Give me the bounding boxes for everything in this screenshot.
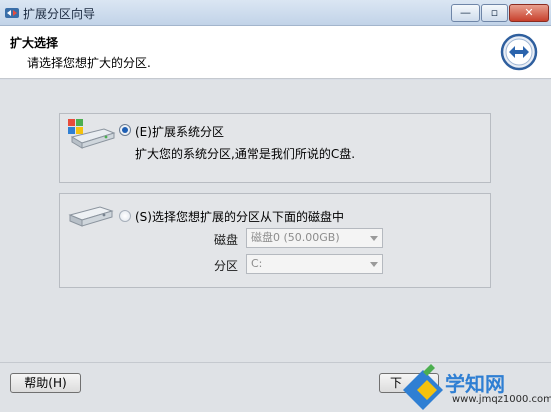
partition-label: 分区 <box>214 259 239 273</box>
system-disk-icon <box>68 119 116 149</box>
partition-select[interactable]: C: <box>246 254 383 274</box>
maximize-button[interactable]: ▫ <box>481 4 508 22</box>
radio-extend-system[interactable] <box>119 124 131 136</box>
option-system-description: 扩大您的系统分区,通常是我们所说的C盘. <box>135 147 356 161</box>
page-title: 扩大选择 <box>10 36 59 50</box>
help-button[interactable]: 帮助(H) <box>10 373 81 393</box>
disk-select-value: 磁盘0 (50.00GB) <box>251 231 340 244</box>
chevron-down-icon <box>370 236 378 241</box>
watermark-brand: 学知网 <box>445 372 505 396</box>
disk-select[interactable]: 磁盘0 (50.00GB) <box>246 228 383 248</box>
option-choose-label[interactable]: (S)选择您想扩展的分区从下面的磁盘中 <box>135 208 344 225</box>
disk-label: 磁盘 <box>214 233 239 247</box>
radio-choose-partition[interactable] <box>119 210 131 222</box>
partition-select-value: C: <box>251 257 263 270</box>
window-title: 扩展分区向导 <box>23 7 96 21</box>
page-subtitle: 请选择您想扩大的分区. <box>27 56 151 70</box>
extend-arrows-icon <box>500 33 538 71</box>
disk-drive-icon <box>68 206 114 227</box>
title-bar: 扩展分区向导 — ▫ ✕ <box>0 0 551 26</box>
option-system-label[interactable]: (E)扩展系统分区 <box>135 123 224 140</box>
close-button[interactable]: ✕ <box>509 4 549 22</box>
minimize-button[interactable]: — <box>451 4 480 22</box>
chevron-down-icon <box>370 262 378 267</box>
wizard-header: 扩大选择 请选择您想扩大的分区. <box>0 26 551 79</box>
watermark-url: www.jmqz1000.com <box>452 394 551 405</box>
app-icon <box>5 8 19 18</box>
